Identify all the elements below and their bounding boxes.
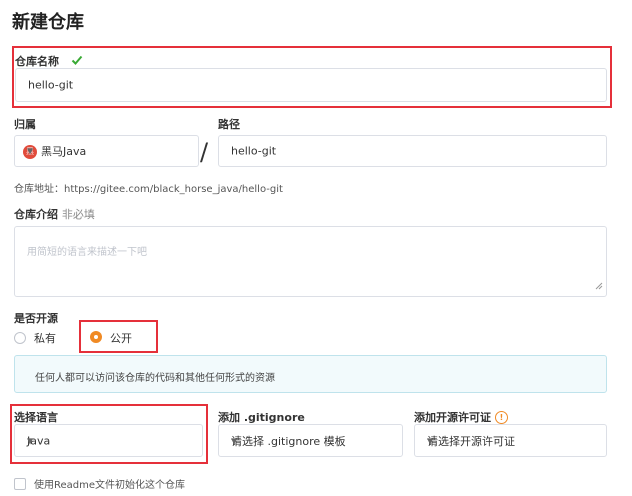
visibility-notice-text: 任何人都可以访问该仓库的代码和其他任何形式的资源 — [35, 373, 275, 384]
readme-option[interactable]: 使用Readme文件初始化这个仓库 — [14, 476, 185, 491]
radio-public[interactable]: 公开 — [90, 330, 150, 345]
description-label-text: 仓库介绍 — [14, 208, 58, 221]
radio-public-circle — [90, 331, 102, 343]
readme-checkbox[interactable] — [14, 477, 26, 490]
gitignore-label: 添加 .gitignore — [218, 411, 305, 424]
radio-public-label: 公开 — [110, 332, 132, 345]
chevron-down-icon: ▼ — [427, 436, 434, 445]
path-input[interactable]: hello-git — [218, 135, 607, 167]
description-placeholder: 用简短的语言来描述一下吧 — [27, 247, 147, 258]
page-title: 新建仓库 — [12, 12, 84, 33]
readme-label: 使用Readme文件初始化这个仓库 — [34, 480, 186, 491]
repo-address: 仓库地址：https://gitee.com/black_horse_java/… — [14, 184, 283, 195]
resize-handle-icon[interactable] — [595, 280, 603, 293]
path-value: hello-git — [231, 144, 277, 158]
radio-private-label: 私有 — [34, 332, 56, 345]
license-select[interactable]: 请选择开源许可证 ▼ — [414, 424, 607, 457]
path-separator: / — [200, 138, 209, 166]
repo-name-label: 仓库名称 — [15, 55, 59, 68]
license-label-text: 添加开源许可证 — [414, 411, 491, 424]
owner-select[interactable]: 黑 黑马Java ▼ — [14, 135, 199, 167]
language-select[interactable]: Java ▼ — [14, 424, 203, 457]
owner-label: 归属 — [14, 118, 36, 131]
visibility-notice: 任何人都可以访问该仓库的代码和其他任何形式的资源 — [14, 355, 607, 393]
radio-private-circle — [14, 332, 26, 344]
radio-private[interactable]: 私有 — [14, 330, 56, 346]
description-optional: 非必填 — [61, 208, 95, 221]
chevron-down-icon: ▼ — [27, 146, 34, 156]
repo-name-input[interactable]: hello-git — [15, 68, 607, 102]
chevron-down-icon: ▼ — [231, 436, 238, 445]
description-label: 仓库介绍 非必填 — [14, 206, 95, 222]
license-label: 添加开源许可证 ! — [414, 409, 508, 425]
chevron-down-icon: ▼ — [27, 436, 34, 445]
info-icon[interactable]: ! — [495, 410, 508, 424]
language-label: 选择语言 — [14, 411, 58, 424]
gitignore-select[interactable]: 请选择 .gitignore 模板 ▼ — [218, 424, 403, 457]
path-label: 路径 — [218, 118, 240, 131]
repo-name-value: hello-git — [28, 78, 74, 92]
visibility-label: 是否开源 — [14, 312, 58, 325]
description-textarea[interactable]: 用简短的语言来描述一下吧 — [14, 226, 607, 297]
